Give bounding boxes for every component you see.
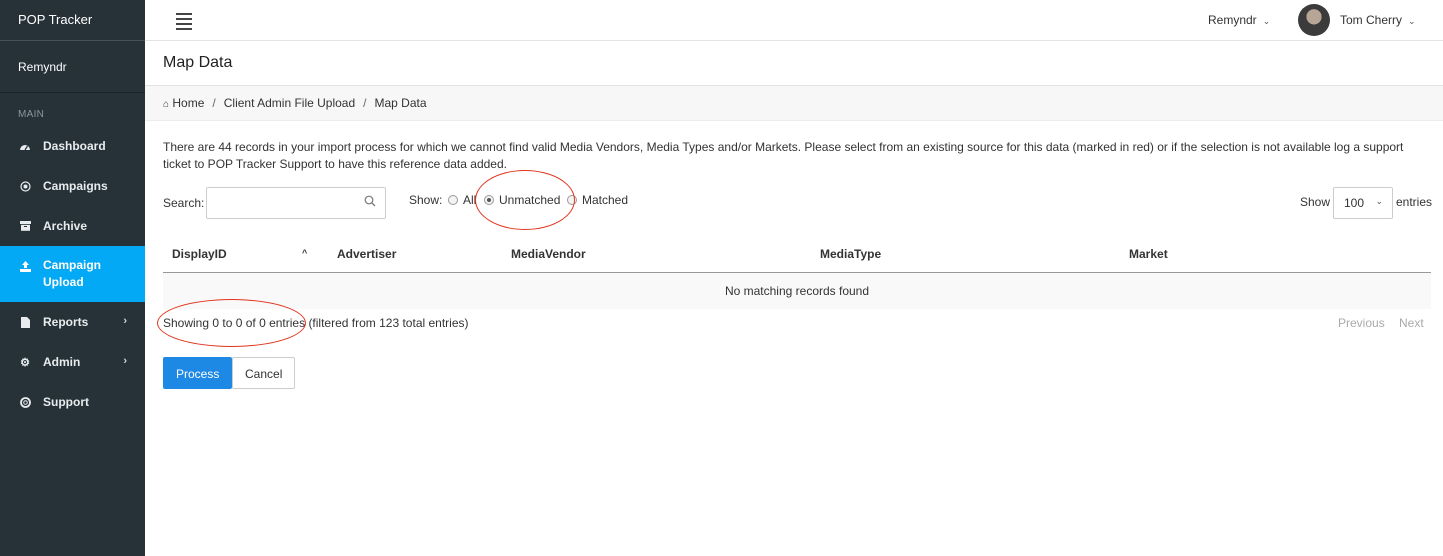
- breadcrumb-current: Map Data: [374, 96, 427, 110]
- avatar[interactable]: [1298, 4, 1330, 36]
- sidebar-item-label: Admin: [43, 355, 81, 369]
- sidebar-item-dashboard[interactable]: Dashboard: [0, 126, 145, 166]
- show-filter-label: Show:: [409, 193, 443, 207]
- chevron-down-icon: ⌄: [1375, 196, 1383, 206]
- radio-matched-label[interactable]: Matched: [582, 193, 628, 207]
- empty-message-row: No matching records found: [163, 273, 1431, 309]
- chevron-right-icon: ›: [123, 315, 127, 327]
- length-label: Show: [1300, 195, 1331, 209]
- sidebar-item-support[interactable]: Support: [0, 382, 145, 422]
- chevron-down-icon: ⌄: [1408, 16, 1416, 26]
- table-info-filtered: (filtered from 123 total entries): [308, 316, 469, 330]
- sidebar-item-archive[interactable]: Archive: [0, 206, 145, 246]
- section-label-main: MAIN: [18, 109, 45, 120]
- sidebar-item-label: Dashboard: [43, 139, 106, 153]
- sort-asc-icon[interactable]: ^: [302, 248, 307, 258]
- sidebar-item-campaigns[interactable]: Campaigns: [0, 166, 145, 206]
- file-icon: [18, 315, 32, 329]
- sidebar-item-label: Campaign Upload: [43, 258, 102, 289]
- cancel-button[interactable]: Cancel: [232, 357, 296, 389]
- archive-icon: [18, 219, 32, 233]
- org-switcher-label: Remyndr: [1208, 13, 1257, 27]
- sidebar-item-label: Reports: [43, 315, 89, 329]
- column-header-market[interactable]: Market: [1129, 247, 1168, 261]
- gear-icon: ⚙: [20, 356, 30, 369]
- sidebar-item-admin[interactable]: ⚙ Admin ›: [0, 342, 145, 382]
- process-button[interactable]: Process: [163, 357, 233, 389]
- breadcrumb: ⌂ Home / Client Admin File Upload / Map Data: [145, 86, 1443, 121]
- annotation-circle-info: [157, 299, 306, 347]
- upload-icon: [18, 259, 32, 273]
- previous-page-button[interactable]: Previous: [1338, 316, 1385, 330]
- sidebar-item-reports[interactable]: Reports ›: [0, 302, 145, 342]
- sidebar-item-label: Campaigns: [43, 179, 108, 193]
- chevron-down-icon: ⌄: [1262, 16, 1271, 26]
- radio-all[interactable]: [448, 195, 458, 205]
- breadcrumb-file-upload[interactable]: Client Admin File Upload: [224, 96, 355, 110]
- dashboard-icon: [18, 139, 32, 153]
- column-header-advertiser[interactable]: Advertiser: [337, 247, 396, 261]
- column-header-mediavendor[interactable]: MediaVendor: [511, 247, 586, 261]
- sidebar-item-label: Archive: [43, 219, 88, 233]
- data-table: DisplayID ^ Advertiser MediaVendor Media…: [163, 239, 1431, 309]
- entries-label: entries: [1396, 195, 1433, 209]
- page-length-value: 100: [1344, 196, 1365, 210]
- org-switcher[interactable]: Remyndr ⌄: [1208, 13, 1270, 27]
- next-page-button[interactable]: Next: [1399, 316, 1424, 330]
- column-header-displayid[interactable]: DisplayID: [172, 247, 227, 261]
- search-icon: [364, 195, 376, 210]
- brand-title[interactable]: POP Tracker: [0, 0, 145, 41]
- target-icon: [18, 179, 32, 193]
- search-label: Search:: [163, 196, 205, 210]
- title-bar: Map Data: [145, 41, 1443, 86]
- org-name: Remyndr: [0, 41, 145, 93]
- page-length-select[interactable]: 100 ⌄: [1333, 187, 1393, 219]
- table-header: DisplayID ^ Advertiser MediaVendor Media…: [163, 239, 1431, 273]
- page-title: Map Data: [163, 54, 233, 71]
- sidebar-item-campaign-upload[interactable]: Campaign Upload: [0, 246, 145, 302]
- sidebar: POP Tracker Remyndr MAIN Dashboard Campa…: [0, 0, 145, 556]
- user-name-label: Tom Cherry: [1340, 13, 1403, 27]
- hamburger-menu-icon[interactable]: [176, 13, 192, 30]
- user-menu[interactable]: Tom Cherry ⌄: [1340, 13, 1416, 27]
- home-icon: ⌂: [163, 99, 170, 110]
- search-input[interactable]: [206, 187, 386, 219]
- sidebar-item-label: Support: [43, 395, 89, 409]
- top-bar: Remyndr ⌄ Tom Cherry ⌄: [145, 0, 1443, 41]
- notice-text: There are 44 records in your import proc…: [163, 140, 1404, 171]
- column-header-mediatype[interactable]: MediaType: [820, 247, 881, 261]
- lifebuoy-icon: [18, 395, 32, 409]
- annotation-circle-filter: [475, 170, 575, 230]
- chevron-right-icon: ›: [123, 355, 127, 367]
- breadcrumb-home[interactable]: Home: [172, 96, 204, 110]
